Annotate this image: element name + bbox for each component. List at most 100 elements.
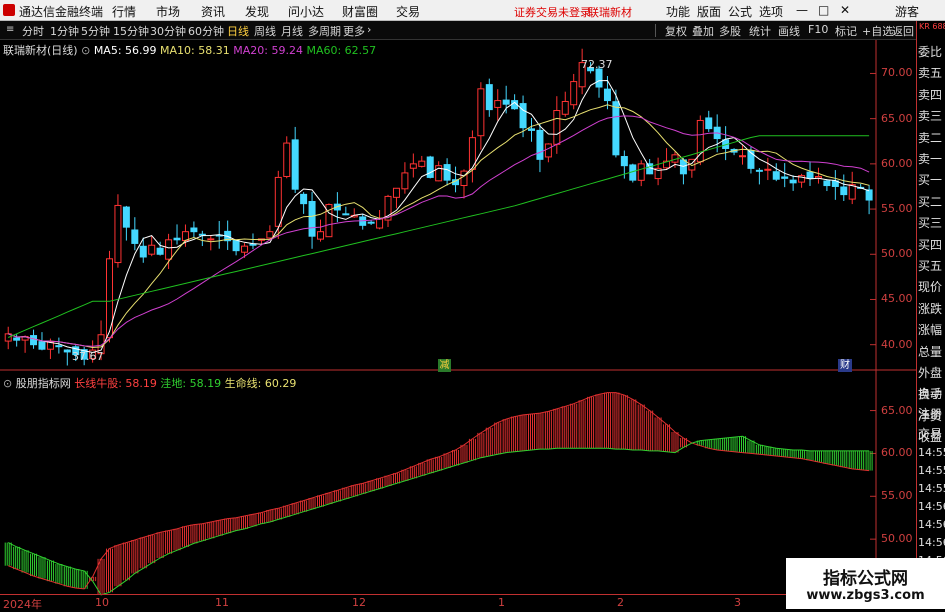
candle-body [764, 168, 772, 171]
candle-body [806, 171, 814, 179]
quote-label: 买五 [918, 259, 943, 273]
candle-body [494, 100, 502, 108]
candle-body [781, 176, 789, 179]
candle-body [291, 139, 299, 190]
candle-body [131, 229, 139, 244]
candle-body [367, 221, 375, 224]
quote-label: 卖三 [918, 109, 943, 124]
candle-body [401, 172, 409, 190]
candle-body [823, 180, 831, 187]
price-tick-label: 65.00 [881, 111, 913, 125]
candle-body [755, 169, 763, 172]
candle-body [603, 88, 611, 102]
candle-body [409, 163, 417, 169]
candle-body [477, 88, 485, 137]
candle-body [55, 345, 63, 348]
indicator-tick-label: 50.00 [881, 532, 913, 546]
tick-time: 14:55 [918, 464, 945, 477]
candle-body [595, 68, 603, 88]
candle-body [553, 110, 561, 145]
candle-body [300, 193, 308, 205]
candle-body [283, 142, 291, 177]
candle-body [274, 176, 282, 227]
candle-body [519, 103, 527, 129]
candle-body [426, 156, 434, 178]
ma-line-ma5 [8, 79, 870, 354]
candle-body [848, 184, 856, 200]
quote-label: 卖二 [918, 130, 943, 145]
candle-body [772, 171, 780, 180]
quote-label: 卖五 [918, 66, 943, 81]
candle-body [148, 244, 156, 255]
quote-label: 涨幅 [918, 323, 943, 338]
candle-body [544, 143, 552, 158]
high-price-label: 72.37 [581, 58, 613, 71]
stock-code: KR 688300 [919, 22, 945, 31]
price-tick-label: 45.00 [881, 292, 913, 306]
candle-body [317, 231, 324, 240]
candle-body [114, 204, 122, 264]
watermark-url: www.zbgs3.com [806, 588, 925, 603]
candle-body [840, 186, 848, 196]
tick-time: 14:56 [918, 500, 945, 513]
price-tick-label: 50.00 [881, 247, 913, 261]
quote-label: 卖一 [918, 152, 943, 166]
quote-label: 买四 [918, 237, 943, 252]
quote-label: 总量 [918, 344, 943, 359]
candle-body [612, 101, 620, 156]
candle-body [190, 227, 198, 233]
quote-label: 买一 [918, 173, 943, 188]
candle-body [561, 100, 569, 115]
tick-time: 14:56 [918, 518, 945, 531]
candle-body [30, 335, 38, 346]
reduce-badge[interactable]: 减 [438, 359, 451, 372]
candle-body [13, 337, 21, 341]
panel-link[interactable]: 注册 [918, 405, 945, 424]
candle-body [241, 245, 249, 253]
date-month: 1 [498, 596, 505, 609]
quote-label: 现价 [918, 280, 943, 295]
date-month: 3 [734, 596, 741, 609]
candle-body [376, 218, 384, 229]
quote-label: 涨跌 [918, 301, 943, 316]
candle-body [789, 179, 797, 184]
candle-body [308, 200, 316, 237]
ma-line-ma10 [8, 104, 870, 349]
tick-time: 14:55 [918, 482, 945, 495]
quote-label: 委比 [918, 45, 943, 59]
quote-label: 卖四 [918, 87, 943, 102]
candle-body [165, 239, 173, 260]
candle-body [739, 155, 746, 158]
date-month: 12 [352, 596, 366, 609]
price-tick-label: 70.00 [881, 66, 913, 80]
candle-body [620, 156, 628, 167]
candle-body [63, 349, 71, 353]
candle-body [536, 129, 544, 160]
candle-body [38, 341, 46, 350]
candle-body [418, 160, 426, 167]
candle-body [443, 164, 451, 181]
indicator-tick-label: 65.00 [881, 403, 913, 417]
price-tick-label: 55.00 [881, 202, 913, 216]
candle-body [122, 206, 130, 228]
candle-body [342, 213, 350, 216]
panel-link[interactable]: 自动 [918, 385, 945, 404]
candle-body [570, 81, 578, 106]
indicator-tick-label: 60.00 [881, 446, 913, 460]
panel-link[interactable]: 交易 [918, 425, 945, 444]
candle-body [502, 99, 510, 105]
price-tick-label: 60.00 [881, 156, 913, 170]
watermark: 指标公式网 www.zbgs3.com [786, 558, 945, 609]
candle-body [865, 189, 873, 201]
candle-body [528, 128, 535, 131]
candle-body [485, 84, 493, 111]
watermark-title: 指标公式网 [823, 569, 908, 589]
date-month: 2 [617, 596, 624, 609]
chart-canvas [0, 40, 916, 596]
quote-label: 买三 [918, 216, 943, 231]
candle-body [156, 247, 164, 255]
low-price-label: 37.67 [72, 350, 104, 363]
date-year: 2024年 [3, 598, 42, 611]
finance-badge[interactable]: 财 [838, 359, 852, 372]
tick-time: 14:55 [918, 446, 945, 459]
